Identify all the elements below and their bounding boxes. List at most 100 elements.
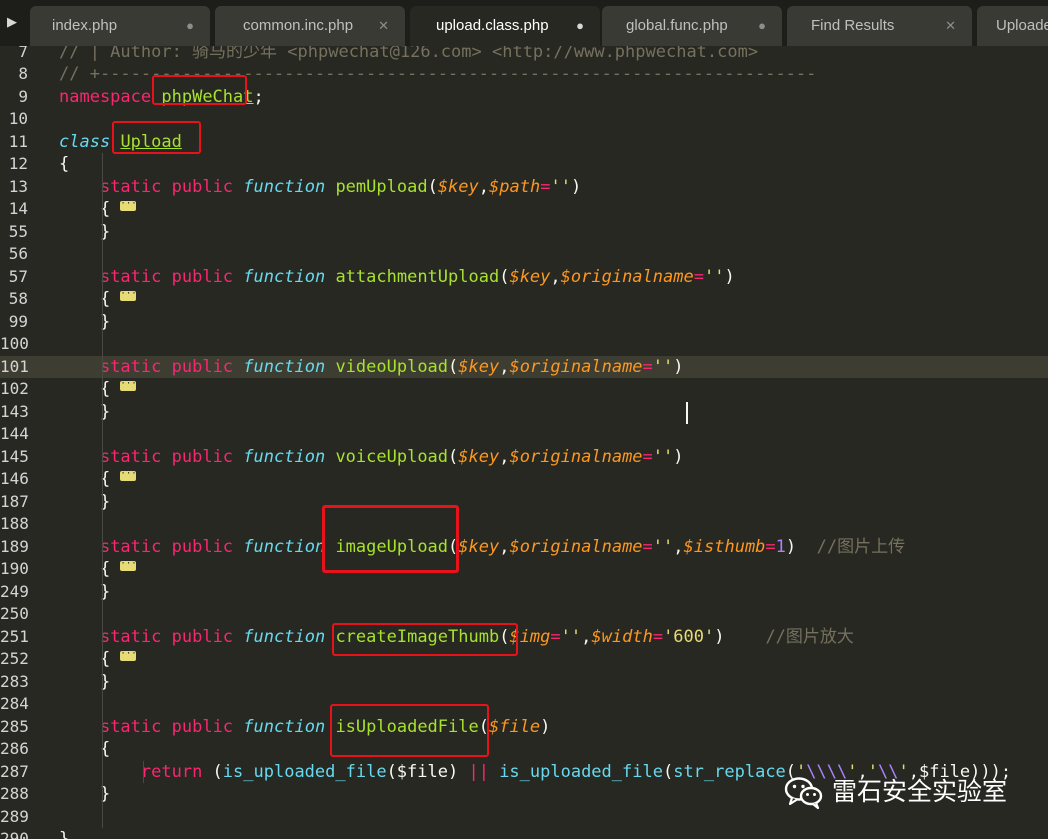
code-line[interactable]: 102 { ··· — [0, 378, 1048, 401]
code-line[interactable]: 144 — [0, 423, 1048, 446]
line-number: 189 — [0, 536, 29, 556]
tab-global-func-php[interactable]: global.func.php ● — [602, 6, 782, 46]
code-token-fn: pemUpload — [335, 176, 428, 197]
tab-scroll-left-icon[interactable]: ▶ — [0, 0, 24, 46]
line-number: 7 — [18, 46, 28, 61]
code-line[interactable]: 58 { ··· — [0, 288, 1048, 311]
close-icon[interactable]: ✕ — [378, 6, 389, 46]
unsaved-dot-icon[interactable]: ● — [186, 6, 194, 46]
code-line[interactable]: 251 static public function createImageTh… — [0, 625, 1048, 648]
code-line[interactable]: 290} — [0, 828, 1048, 839]
code-line[interactable]: 284 — [0, 693, 1048, 716]
code-line[interactable]: 145 static public function voiceUpload($… — [0, 445, 1048, 468]
code-token-var: $key — [458, 536, 500, 557]
indent-guide — [102, 693, 103, 716]
code-line[interactable]: 249 } — [0, 580, 1048, 603]
line-number: 9 — [18, 86, 28, 106]
code-line[interactable]: 143 } — [0, 400, 1048, 423]
line-number: 10 — [8, 109, 28, 128]
unsaved-dot-icon[interactable]: ● — [576, 6, 584, 46]
fold-ellipsis-icon[interactable]: ··· — [120, 380, 137, 391]
code-editor[interactable]: 7 // | Author: 骑马的少年 <phpwechat@126.com> … — [0, 46, 1048, 839]
code-line[interactable]: 189 static public function imageUpload($… — [0, 535, 1048, 558]
code-line[interactable]: 12 { — [0, 153, 1048, 176]
tab-label: common.inc.php — [243, 17, 354, 34]
code-text: static public function attachmentUpload(… — [59, 266, 735, 289]
line-number: 284 — [0, 694, 29, 713]
tab-common-inc-php[interactable]: common.inc.php ✕ — [215, 6, 405, 46]
code-token-plain: , — [550, 266, 561, 287]
code-line[interactable]: 286 { — [0, 738, 1048, 761]
code-line[interactable]: 190 { ··· — [0, 558, 1048, 581]
code-token-fn: attachmentUpload — [335, 266, 500, 287]
code-text: // | Author: 骑马的少年 <phpwechat@126.com> <… — [59, 46, 758, 63]
code-line[interactable]: 283 } — [0, 670, 1048, 693]
code-token-str: '' — [550, 176, 571, 197]
code-token-plain: ) — [714, 626, 766, 647]
unsaved-dot-icon[interactable]: ● — [758, 6, 766, 46]
tab-label: global.func.php — [626, 17, 728, 34]
code-line[interactable]: 252 { ··· — [0, 648, 1048, 671]
code-line[interactable]: 10 — [0, 108, 1048, 131]
tab-index-php[interactable]: index.php ● — [30, 6, 210, 46]
code-line[interactable]: 8 // +-----------------------------------… — [0, 63, 1048, 86]
code-line[interactable]: 11 class Upload — [0, 131, 1048, 154]
code-text: } — [59, 828, 69, 839]
line-number: 8 — [18, 64, 28, 83]
code-token-kw: static — [99, 446, 162, 467]
fold-ellipsis-icon[interactable]: ··· — [120, 290, 137, 301]
code-text: { — [59, 153, 69, 176]
code-token-plain: , — [673, 536, 684, 557]
line-number: 56 — [8, 244, 28, 263]
code-line[interactable]: 100 — [0, 333, 1048, 356]
code-line[interactable]: 57 static public function attachmentUplo… — [0, 265, 1048, 289]
tab-uploade[interactable]: Uploade — [977, 6, 1048, 46]
line-number: 283 — [0, 671, 29, 691]
code-line[interactable]: 250 — [0, 603, 1048, 626]
indent-guide — [102, 198, 103, 221]
code-line[interactable]: 14 { ··· — [0, 198, 1048, 221]
code-token-plain: { — [59, 469, 121, 489]
line-number: 187 — [0, 491, 29, 511]
code-line[interactable]: 55 } — [0, 220, 1048, 243]
fold-ellipsis-icon[interactable]: ··· — [120, 200, 137, 211]
fold-ellipsis-icon[interactable]: ··· — [120, 470, 137, 481]
code-token-cls: Upload — [120, 131, 182, 152]
code-line[interactable]: 101 static public function videoUpload($… — [0, 355, 1048, 378]
code-line[interactable]: 13 static public function pemUpload($key… — [0, 175, 1048, 198]
code-line[interactable]: 187 } — [0, 490, 1048, 513]
code-token-store: function — [243, 536, 326, 557]
code-token-cmt: //图片放大 — [765, 626, 854, 647]
code-line[interactable]: 146 { ··· — [0, 468, 1048, 491]
close-icon[interactable]: ✕ — [945, 6, 956, 46]
code-token-var: $originalname — [509, 446, 643, 467]
code-token-fn: isUploadedFile — [335, 716, 479, 737]
code-line[interactable]: 7 // | Author: 骑马的少年 <phpwechat@126.com> … — [0, 46, 1048, 63]
tab-label: Find Results — [811, 17, 895, 34]
wechat-icon — [784, 777, 823, 810]
fold-ellipsis-icon[interactable]: ··· — [120, 650, 137, 661]
fold-ellipsis-icon[interactable]: ··· — [120, 560, 137, 571]
code-line[interactable]: 99 } — [0, 310, 1048, 333]
indent-guide — [102, 175, 103, 198]
code-token-plain: { — [59, 649, 121, 669]
line-number: 12 — [8, 154, 28, 173]
code-token-plain: ( — [202, 761, 223, 782]
code-token-store: class — [59, 131, 111, 152]
code-line[interactable]: 188 — [0, 513, 1048, 536]
code-token-op: = — [642, 446, 653, 467]
code-line[interactable]: 285 static public function isUploadedFil… — [0, 715, 1048, 738]
tab-find-results[interactable]: Find Results ✕ — [787, 6, 972, 46]
tab-upload-class-php[interactable]: upload.class.php ● — [410, 6, 600, 46]
code-line[interactable]: 56 — [0, 243, 1048, 266]
code-line[interactable]: 9 namespace phpWeChat; — [0, 86, 1048, 109]
